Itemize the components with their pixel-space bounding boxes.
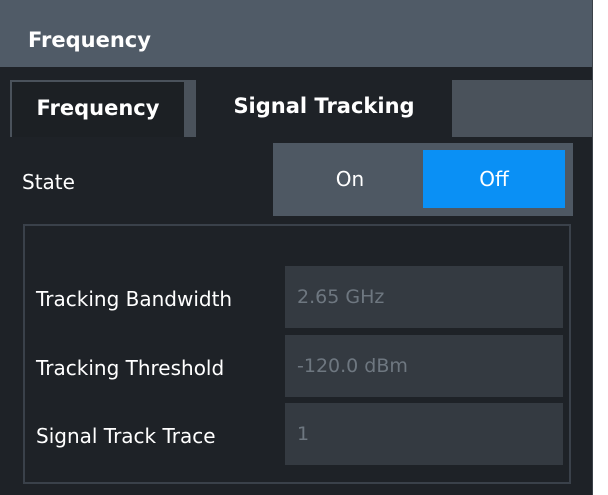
tracking-threshold-label: Tracking Threshold (36, 356, 225, 380)
dialog-titlebar[interactable]: Frequency (0, 0, 592, 67)
tab-signal-tracking[interactable]: Signal Tracking (196, 80, 452, 137)
tab-frequency-label: Frequency (36, 96, 160, 120)
tab-signal-tracking-label: Signal Tracking (233, 94, 415, 118)
tab-bar: Frequency Signal Tracking (10, 80, 592, 137)
tracking-bandwidth-label: Tracking Bandwidth (36, 287, 233, 311)
tracking-threshold-field[interactable]: -120.0 dBm (285, 335, 563, 397)
frequency-dialog: Frequency Frequency Signal Tracking Stat… (0, 0, 593, 495)
signal-track-trace-label: Signal Track Trace (36, 424, 216, 448)
state-on-button[interactable]: On (280, 150, 420, 208)
state-toggle[interactable]: On Off (273, 143, 573, 216)
state-off-button[interactable]: Off (423, 150, 565, 208)
tracking-bandwidth-field[interactable]: 2.65 GHz (285, 266, 563, 328)
tab-frequency[interactable]: Frequency (12, 82, 184, 137)
dialog-title: Frequency (28, 28, 151, 52)
signal-track-trace-field[interactable]: 1 (285, 403, 563, 465)
state-label: State (22, 170, 75, 194)
